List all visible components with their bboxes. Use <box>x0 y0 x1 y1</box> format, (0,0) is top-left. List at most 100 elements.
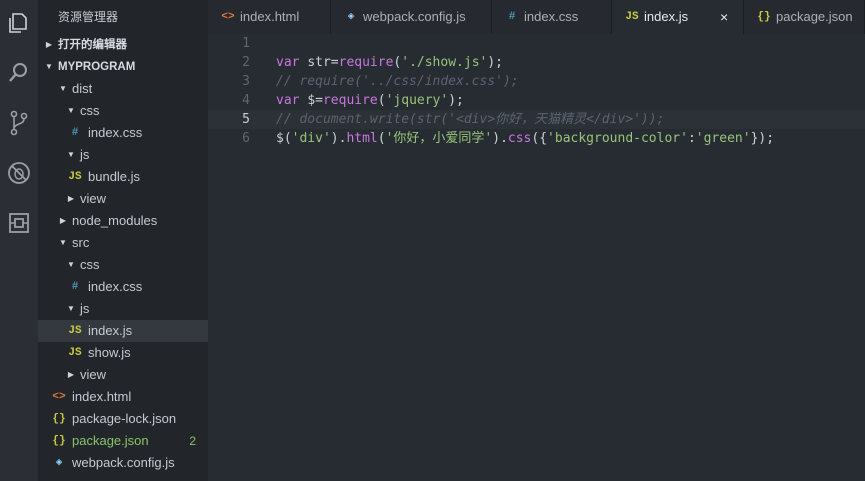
json-file-icon: {} <box>52 435 66 447</box>
explorer-files-icon[interactable] <box>0 6 38 40</box>
code-token: = <box>315 93 323 108</box>
tree-item[interactable]: {} package-lock.json <box>38 408 208 430</box>
tree-item[interactable]: ▼ css <box>38 254 208 276</box>
js-file-icon: JS <box>68 325 82 337</box>
code-text: // require('../css/index.css'); <box>276 72 519 91</box>
line-number: 4 <box>242 93 250 108</box>
tree-item[interactable]: ▼ js <box>38 144 208 166</box>
code-text: var $=require('jquery'); <box>276 91 464 110</box>
tab-label: webpack.config.js <box>363 9 466 24</box>
code-token: 'green' <box>695 131 751 146</box>
code-token: ( <box>377 131 386 146</box>
tab-label: index.js <box>644 9 689 24</box>
tree-item-label: css <box>80 103 100 118</box>
code-token: = <box>330 55 339 70</box>
tree-item-label: bundle.js <box>88 169 141 184</box>
source-control-icon[interactable] <box>0 106 38 140</box>
explorer-sidebar: 资源管理器 ▶ 打开的编辑器 ▼ MYPROGRAM ▼ dist ▼ css # ind… <box>38 0 208 481</box>
code-line[interactable]: 3 // require('../css/index.css'); <box>208 72 865 91</box>
line-number: 1 <box>242 36 250 51</box>
tree-item[interactable]: JS show.js <box>38 342 208 364</box>
code-token: ). <box>492 131 508 146</box>
tree-item-label: show.js <box>88 345 131 360</box>
close-icon[interactable]: × <box>720 0 728 34</box>
open-editors-section[interactable]: ▶ 打开的编辑器 <box>38 34 208 56</box>
problem-count-badge: 2 <box>189 434 196 448</box>
chevron-down-icon: ▼ <box>67 260 75 269</box>
tab-label: package.json <box>776 9 853 24</box>
tree-item[interactable]: ▼ dist <box>38 78 208 100</box>
debug-icon[interactable] <box>0 156 38 190</box>
line-number: 6 <box>242 131 250 146</box>
open-editors-label: 打开的编辑器 <box>58 39 127 51</box>
chevron-right-icon: ▶ <box>45 40 53 49</box>
chevron-down-icon: ▼ <box>67 304 75 313</box>
tree-item[interactable]: <> index.html <box>38 386 208 408</box>
tree-item[interactable]: # index.css <box>38 276 208 298</box>
chevron-right-icon: ▶ <box>67 370 75 379</box>
tree-item-label: node_modules <box>72 213 158 228</box>
chevron-right-icon: ▶ <box>59 216 67 225</box>
tab-package-json[interactable]: {} package.json <box>744 0 865 34</box>
js-file-icon: JS <box>68 347 82 359</box>
tree-item-label: package-lock.json <box>72 411 177 426</box>
code-line[interactable]: 1 <box>208 34 865 53</box>
chevron-down-icon: ▼ <box>67 150 75 159</box>
css-file-icon: # <box>71 281 79 293</box>
code-token: css <box>507 131 532 146</box>
tree-item[interactable]: # index.css <box>38 122 208 144</box>
js-file-icon: JS <box>625 11 639 23</box>
tree-item[interactable]: ◈ webpack.config.js <box>38 452 208 474</box>
tree-item-label: view <box>80 191 107 206</box>
tree-item[interactable]: ▶ view <box>38 188 208 210</box>
tab-label: index.html <box>240 9 300 24</box>
code-token: var <box>276 93 308 108</box>
code-token: ). <box>330 131 347 146</box>
tab-index-js[interactable]: JS index.js × <box>612 0 744 34</box>
code-line[interactable]: 6 $('div').html('你好，小爱同学').css({'backgrou… <box>208 129 865 148</box>
tree-item-label: package.json <box>72 433 149 448</box>
webpack-file-icon: ◈ <box>347 11 355 23</box>
code-token: 'div' <box>291 131 331 146</box>
tree-item[interactable]: ▼ src <box>38 232 208 254</box>
code-line[interactable]: 5 // document.write(str('<div>你好，天猫精灵</di… <box>208 110 865 129</box>
tree-item[interactable]: ▼ js <box>38 298 208 320</box>
code-line[interactable]: 4 var $=require('jquery'); <box>208 91 865 110</box>
tree-item-label: webpack.config.js <box>72 455 175 470</box>
tree-item[interactable]: JS index.js <box>38 320 208 342</box>
tree-item[interactable]: {} package.json 2 <box>38 430 208 452</box>
json-file-icon: {} <box>757 11 771 23</box>
code-token: ({ <box>531 131 548 146</box>
line-number: 3 <box>242 74 250 89</box>
tree-item-label: dist <box>72 81 93 96</box>
code-token: $( <box>276 131 292 146</box>
chevron-down-icon: ▼ <box>45 62 53 71</box>
css-file-icon: # <box>71 127 79 139</box>
tree-item[interactable]: ▶ node_modules <box>38 210 208 232</box>
tab-index-html[interactable]: <> index.html <box>208 0 331 34</box>
css-file-icon: # <box>508 11 516 23</box>
code-token: ); <box>487 55 503 70</box>
tree-item-label: css <box>80 257 100 272</box>
file-tree: ▼ dist ▼ css # index.css ▼ js JS bundle.js ▶ view ▶ n… <box>38 78 208 474</box>
code-token: './show.js' <box>401 55 488 70</box>
line-number: 2 <box>242 55 250 70</box>
html-file-icon: <> <box>221 11 235 23</box>
html-file-icon: <> <box>52 391 66 403</box>
code-line[interactable]: 2 var str=require('./show.js'); <box>208 53 865 72</box>
tab-webpack-config-js[interactable]: ◈ webpack.config.js <box>331 0 492 34</box>
json-file-icon: {} <box>52 413 66 425</box>
code-editor[interactable]: 1 2 var str=require('./show.js'); 3 // requi… <box>208 34 865 481</box>
code-token: 'jquery' <box>385 93 449 108</box>
code-token: // require('../css/index.css'); <box>276 74 519 89</box>
tree-item-label: js <box>80 301 90 316</box>
project-section[interactable]: ▼ MYPROGRAM <box>38 56 208 78</box>
search-icon[interactable] <box>0 56 38 90</box>
tree-item[interactable]: ▶ view <box>38 364 208 386</box>
extensions-icon[interactable] <box>0 206 38 240</box>
activity-bar <box>0 0 38 481</box>
tree-item-label: index.html <box>72 389 132 404</box>
tree-item[interactable]: ▼ css <box>38 100 208 122</box>
tab-index-css[interactable]: # index.css <box>492 0 612 34</box>
tree-item[interactable]: JS bundle.js <box>38 166 208 188</box>
